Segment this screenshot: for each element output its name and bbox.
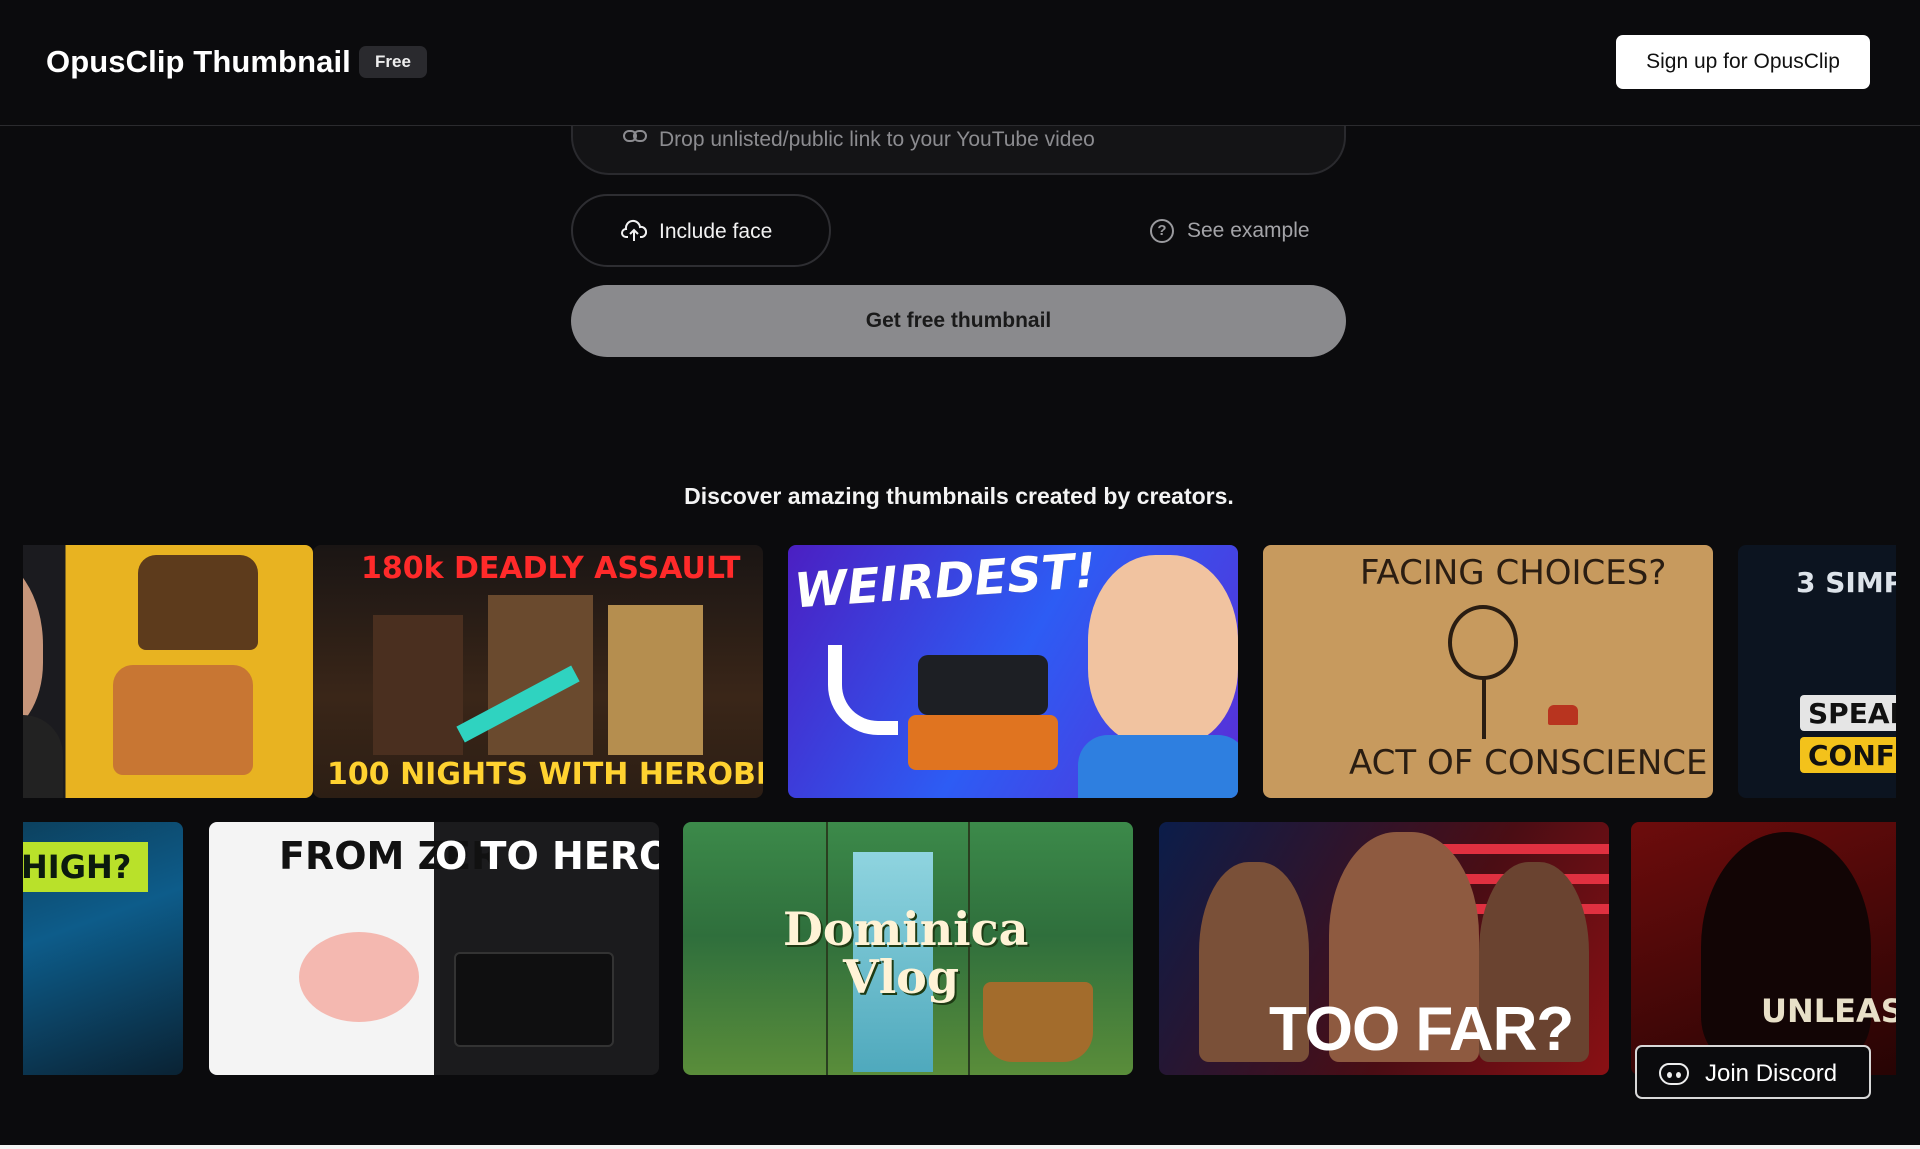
thumbnail-art — [983, 982, 1093, 1062]
thumbnail-caption: CONF — [1808, 739, 1895, 772]
thumbnail-art — [918, 655, 1048, 715]
cloud-upload-icon — [621, 219, 647, 241]
thumbnail-caption: SPEAK — [1808, 697, 1896, 730]
thumbnail-caption: O TO HERO — [435, 834, 659, 878]
gallery-heading: Discover amazing thumbnails created by c… — [684, 483, 1234, 509]
thumbnail-zero-to-hero[interactable]: FROM ZER O TO HERO — [209, 822, 659, 1075]
thumbnail-art — [1088, 555, 1238, 745]
thumbnail-row-2: HIGH? FROM ZER O TO HERO Dominica Vlog T… — [23, 822, 1896, 1075]
thumbnail-luxury-bags[interactable] — [23, 545, 313, 798]
thumbnail-art — [608, 605, 703, 755]
piggy-bank-icon — [299, 932, 419, 1022]
thumbnail-facing-choices[interactable]: FACING CHOICES? ACT OF CONSCIENCE — [1263, 545, 1713, 798]
thumbnail-art — [908, 715, 1058, 770]
thumbnail-caption: TOO FAR? — [1269, 995, 1574, 1064]
thumbnail-caption: UNLEASH — [1761, 992, 1896, 1030]
thumbnail-art — [113, 665, 253, 775]
join-discord-label: Join Discord — [1705, 1060, 1838, 1087]
thumbnail-art — [1429, 844, 1609, 854]
arrow-icon — [828, 645, 898, 735]
thumbnail-art — [454, 952, 614, 1047]
include-face-label: Include face — [659, 220, 773, 243]
thumbnail-too-far[interactable]: TOO FAR? — [1159, 822, 1609, 1075]
thumbnail-art — [373, 615, 463, 755]
thumbnail-row-1: 180k DEADLY ASSAULT 100 NIGHTS WITH HERO… — [23, 545, 1896, 798]
thumbnail-art — [1078, 735, 1238, 798]
thumbnail-art — [1548, 705, 1578, 725]
url-placeholder: Drop unlisted/public link to your YouTub… — [659, 128, 1095, 151]
top-bar: OpusClip Thumbnail Free Sign up for Opus… — [0, 0, 1920, 126]
page: OpusClip Thumbnail Free Sign up for Opus… — [0, 0, 1920, 1149]
see-example-label: See example — [1187, 219, 1310, 242]
include-face-button[interactable]: Include face — [571, 194, 831, 267]
thumbnail-art — [23, 715, 63, 798]
thumbnail-minecraft[interactable]: 180k DEADLY ASSAULT 100 NIGHTS WITH HERO… — [313, 545, 763, 798]
thumbnail-caption: 100 NIGHTS WITH HEROBRINE — [327, 757, 763, 792]
thumbnail-weirdest[interactable]: WEIRDEST! — [788, 545, 1238, 798]
thumbnail-caption: 3 SIMP STEPS — [1796, 566, 1896, 599]
thumbnail-simple-steps[interactable]: 3 SIMP STEPS SPEAK CONF — [1738, 545, 1896, 798]
thumbnail-art — [138, 555, 258, 650]
thumbnail-art — [1448, 605, 1518, 680]
link-icon — [623, 130, 647, 142]
thumbnail-caption: 180k DEADLY ASSAULT — [361, 551, 741, 586]
free-badge: Free — [359, 46, 427, 78]
thumbnail-caption: ACT OF CONSCIENCE — [1349, 743, 1708, 783]
thumbnail-high[interactable]: HIGH? — [23, 822, 183, 1075]
thumbnail-caption: HIGH? — [23, 848, 132, 886]
thumbnail-art — [23, 555, 43, 735]
thumbnail-art — [1482, 679, 1486, 739]
join-discord-button[interactable]: Join Discord — [1635, 1045, 1871, 1099]
thumbnail-caption: Vlog — [843, 950, 960, 1004]
signup-button[interactable]: Sign up for OpusClip — [1616, 35, 1870, 89]
thumbnail-art — [488, 595, 593, 755]
thumbnail-unleash[interactable]: UNLEASH — [1631, 822, 1896, 1075]
app-title: OpusClip Thumbnail — [46, 44, 351, 79]
discord-icon — [1659, 1063, 1689, 1085]
thumbnail-caption: Dominica — [783, 902, 1029, 956]
thumbnail-caption: FACING CHOICES? — [1360, 553, 1667, 593]
thumbnail-caption: WEIRDEST! — [792, 545, 1098, 620]
thumbnail-dominica-vlog[interactable]: Dominica Vlog — [683, 822, 1133, 1075]
get-free-thumbnail-button[interactable]: Get free thumbnail — [571, 285, 1346, 357]
bottom-divider — [0, 1145, 1920, 1149]
question-icon: ? — [1150, 219, 1174, 243]
